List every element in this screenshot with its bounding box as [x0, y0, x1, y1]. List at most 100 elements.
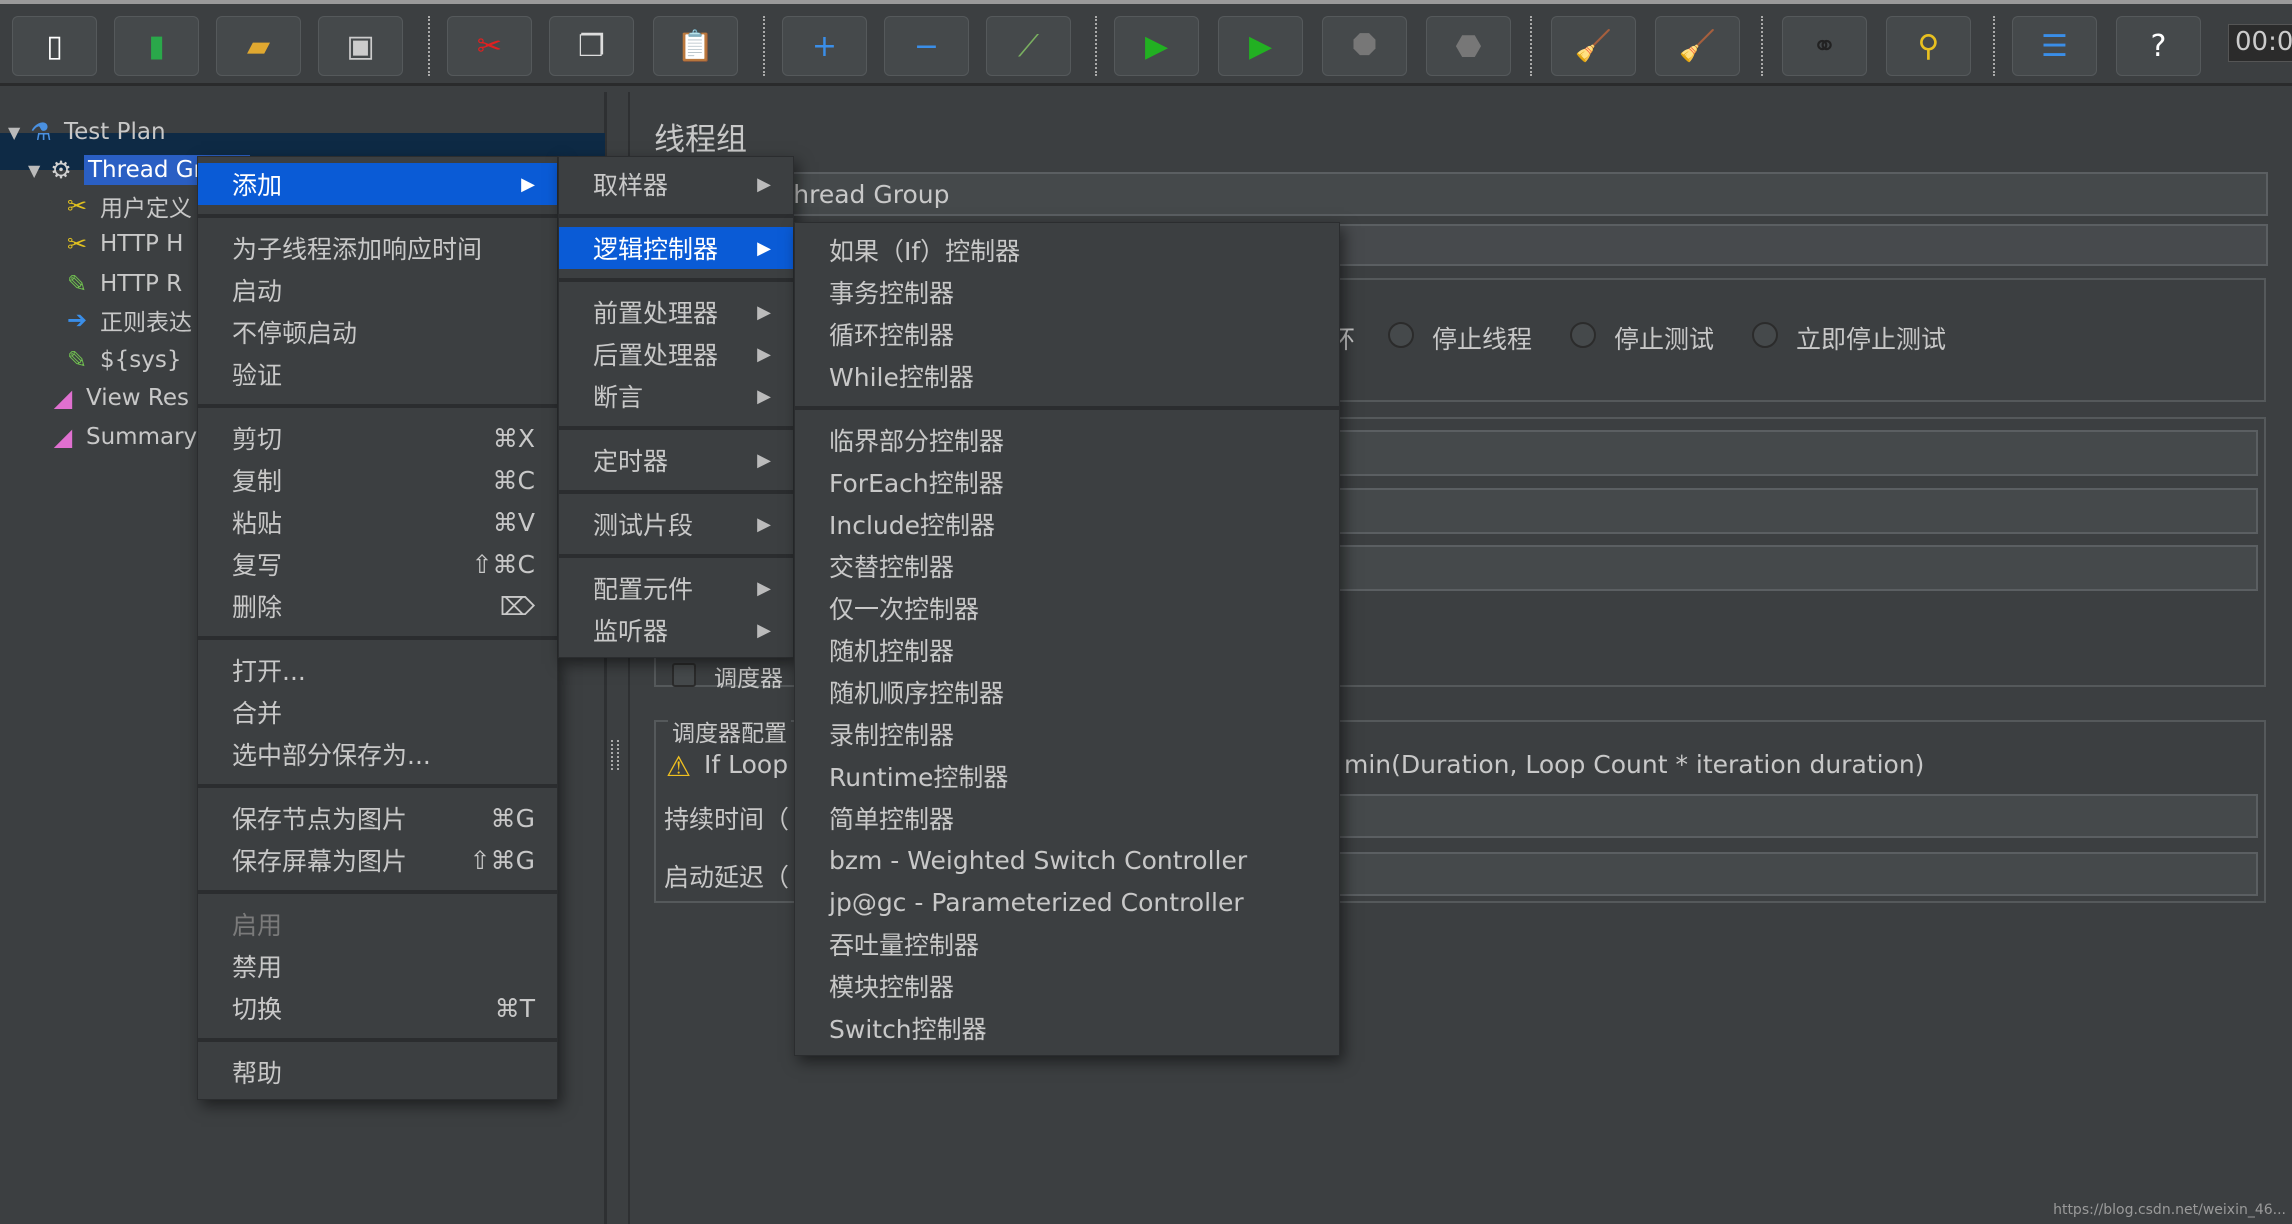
menu-item[interactable]: 逻辑控制器 ▶: [559, 227, 793, 269]
config-tools-icon: ✂: [66, 192, 88, 220]
reset-search-broom-icon: ⚲: [1917, 28, 1940, 64]
menu-item[interactable]: 吞吐量控制器: [795, 923, 1339, 965]
tree-item-label: Test Plan: [64, 119, 166, 145]
tree-item[interactable]: ◢ Summary: [48, 418, 197, 456]
splitter-handle[interactable]: [611, 740, 619, 770]
menu-separator: [198, 784, 557, 788]
open-folder-button[interactable]: ▰: [216, 16, 301, 76]
help-button[interactable]: ?: [2116, 16, 2201, 76]
menu-item[interactable]: 前置处理器 ▶: [559, 291, 793, 333]
menu-item-label: 随机顺序控制器: [829, 679, 1005, 708]
scheduler-section-title: 调度器配置: [668, 714, 791, 748]
watermark: https://blog.csdn.net/weixin_46...: [2053, 1202, 2286, 1218]
menu-item[interactable]: Switch控制器: [795, 1007, 1339, 1049]
tree-item[interactable]: ✎ HTTP R: [62, 265, 182, 303]
expand-button[interactable]: +: [782, 16, 867, 76]
radio-stop-thread[interactable]: [1388, 322, 1414, 348]
scheduler-checkbox[interactable]: [672, 663, 696, 687]
menu-item[interactable]: 剪切 ⌘X: [198, 417, 557, 459]
new-document-button[interactable]: ▯: [12, 16, 97, 76]
function-helper-button[interactable]: ☰: [2012, 16, 2097, 76]
menu-item[interactable]: 监听器 ▶: [559, 609, 793, 651]
menu-item[interactable]: 定时器 ▶: [559, 439, 793, 481]
menu-item[interactable]: 事务控制器: [795, 271, 1339, 313]
menu-item[interactable]: 验证: [198, 353, 557, 395]
menu-item[interactable]: 取样器 ▶: [559, 163, 793, 205]
tree-item[interactable]: ◢ View Res: [48, 379, 189, 417]
menu-item[interactable]: 随机控制器: [795, 629, 1339, 671]
menu-item[interactable]: 添加 ▶: [198, 163, 557, 205]
menu-item[interactable]: 随机顺序控制器: [795, 671, 1339, 713]
menu-item-label: 逻辑控制器: [593, 235, 719, 264]
startup-delay-field[interactable]: [1330, 852, 2258, 896]
ramp-up-field[interactable]: [1330, 488, 2258, 534]
radio-stop-test[interactable]: [1570, 322, 1596, 348]
tree-item[interactable]: ✎ ${sys}: [62, 341, 182, 379]
menu-item[interactable]: 粘贴 ⌘V: [198, 501, 557, 543]
threads-field[interactable]: [1330, 430, 2258, 476]
tree-item[interactable]: ✂ 用户定义: [62, 187, 192, 225]
menu-item[interactable]: 如果（If）控制器: [795, 229, 1339, 271]
menu-item[interactable]: While控制器: [795, 355, 1339, 397]
templates-button[interactable]: ▮: [114, 16, 199, 76]
search-binoculars-button[interactable]: ⚭: [1782, 16, 1867, 76]
menu-item[interactable]: 模块控制器: [795, 965, 1339, 1007]
cut-button[interactable]: ✂: [447, 16, 532, 76]
tree-item[interactable]: ▼ ⚗ Test Plan: [8, 113, 166, 151]
expand-icon: +: [811, 28, 838, 64]
start-button[interactable]: ▶: [1114, 16, 1199, 76]
radio-stop-test-now[interactable]: [1752, 322, 1778, 348]
tree-item[interactable]: ➔ 正则表达: [62, 301, 192, 339]
tree-item-label: View Res: [86, 385, 189, 411]
menu-item[interactable]: 保存节点为图片 ⌘G: [198, 797, 557, 839]
stop-button[interactable]: ⯃: [1322, 16, 1407, 76]
menu-item[interactable]: bzm - Weighted Switch Controller: [795, 839, 1339, 881]
name-field[interactable]: Thread Group: [650, 172, 2268, 216]
menu-item[interactable]: 后置处理器 ▶: [559, 333, 793, 375]
menu-item[interactable]: 启用: [198, 903, 557, 945]
menu-item[interactable]: 交替控制器: [795, 545, 1339, 587]
menu-item[interactable]: 录制控制器: [795, 713, 1339, 755]
loop-count-field[interactable]: [1330, 545, 2258, 591]
expand-triangle-icon[interactable]: ▼: [28, 161, 46, 180]
menu-item[interactable]: 复写 ⇧⌘C: [198, 543, 557, 585]
menu-item[interactable]: 保存屏幕为图片 ⇧⌘G: [198, 839, 557, 881]
toggle-button[interactable]: ⟋: [986, 16, 1071, 76]
menu-item[interactable]: 断言 ▶: [559, 375, 793, 417]
menu-item[interactable]: 不停顿启动: [198, 311, 557, 353]
start-no-pause-button[interactable]: ▶: [1218, 16, 1303, 76]
menu-item[interactable]: 配置元件 ▶: [559, 567, 793, 609]
collapse-button[interactable]: −: [884, 16, 969, 76]
menu-item[interactable]: 循环控制器: [795, 313, 1339, 355]
tree-item[interactable]: ✂ HTTP H: [62, 225, 184, 263]
menu-item[interactable]: 打开...: [198, 649, 557, 691]
menu-item[interactable]: jp@gc - Parameterized Controller: [795, 881, 1339, 923]
menu-item[interactable]: 启动: [198, 269, 557, 311]
clear-button[interactable]: 🧹: [1551, 16, 1636, 76]
menu-item[interactable]: 仅一次控制器: [795, 587, 1339, 629]
clear-all-button[interactable]: 🧹: [1655, 16, 1740, 76]
submenu-arrow-icon: ▶: [757, 513, 771, 535]
paste-button[interactable]: 📋: [653, 16, 738, 76]
menu-item[interactable]: 切换 ⌘T: [198, 987, 557, 1029]
expand-triangle-icon[interactable]: ▼: [8, 123, 26, 142]
menu-item[interactable]: ForEach控制器: [795, 461, 1339, 503]
menu-item[interactable]: 简单控制器: [795, 797, 1339, 839]
menu-item[interactable]: 临界部分控制器: [795, 419, 1339, 461]
menu-item[interactable]: 复制 ⌘C: [198, 459, 557, 501]
save-button[interactable]: ▣: [318, 16, 403, 76]
menu-item[interactable]: 测试片段 ▶: [559, 503, 793, 545]
menu-item[interactable]: 禁用: [198, 945, 557, 987]
menu-item-label: 仅一次控制器: [829, 595, 980, 624]
menu-item[interactable]: 为子线程添加响应时间: [198, 227, 557, 269]
shutdown-button[interactable]: ⬣: [1426, 16, 1511, 76]
menu-item[interactable]: 删除 ⌦: [198, 585, 557, 627]
menu-item[interactable]: Runtime控制器: [795, 755, 1339, 797]
copy-button[interactable]: ❐: [549, 16, 634, 76]
menu-item[interactable]: 合并: [198, 691, 557, 733]
reset-search-broom-button[interactable]: ⚲: [1886, 16, 1971, 76]
menu-item[interactable]: 选中部分保存为...: [198, 733, 557, 775]
duration-field[interactable]: [1330, 794, 2258, 838]
menu-item[interactable]: 帮助: [198, 1051, 557, 1093]
menu-item[interactable]: Include控制器: [795, 503, 1339, 545]
